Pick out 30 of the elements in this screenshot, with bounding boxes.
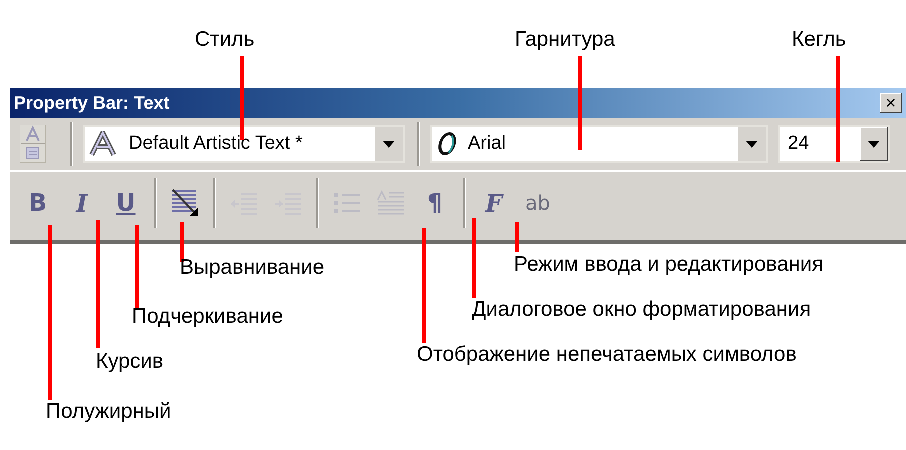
callout-label: Курсив: [96, 350, 164, 374]
bullet-list-icon: [332, 191, 362, 215]
text-style-icon[interactable]: [20, 125, 46, 163]
callout-label: Режим ввода и редактирования: [514, 253, 824, 277]
underline-button[interactable]: U: [106, 183, 146, 223]
pilcrow-button[interactable]: ¶: [415, 183, 455, 223]
align-icon: [170, 188, 200, 218]
callout-label: Подчеркивание: [132, 305, 284, 329]
font-dropdown[interactable]: Arial: [430, 125, 768, 163]
callout-label: Полужирный: [46, 400, 172, 424]
callout-label: Кегль: [792, 28, 846, 52]
callout-label: Выравнивание: [180, 256, 325, 280]
edit-mode-button[interactable]: ab: [518, 183, 558, 223]
size-dropdown[interactable]: 24: [778, 125, 890, 163]
style-value: Default Artistic Text *: [128, 133, 304, 155]
callout-label: Диалоговое окно форматирования: [472, 298, 812, 322]
format-button[interactable]: F: [474, 183, 514, 223]
style-dropdown[interactable]: Default Artistic Text *: [83, 125, 405, 163]
bold-button[interactable]: B: [18, 183, 58, 223]
opentype-font-icon: [436, 132, 458, 156]
callout-label: Гарнитура: [515, 28, 616, 52]
font-value: Arial: [467, 133, 508, 155]
size-value: 24: [787, 133, 810, 155]
italic-button[interactable]: I: [62, 183, 102, 223]
drop-cap-icon: [376, 190, 406, 216]
window-title: Property Bar: Text: [14, 92, 170, 114]
close-button[interactable]: ×: [880, 93, 902, 113]
callout-label: Стиль: [195, 28, 255, 52]
artistic-text-icon: [89, 131, 119, 157]
callout-label: Отображение непечатаемых символов: [417, 343, 797, 367]
